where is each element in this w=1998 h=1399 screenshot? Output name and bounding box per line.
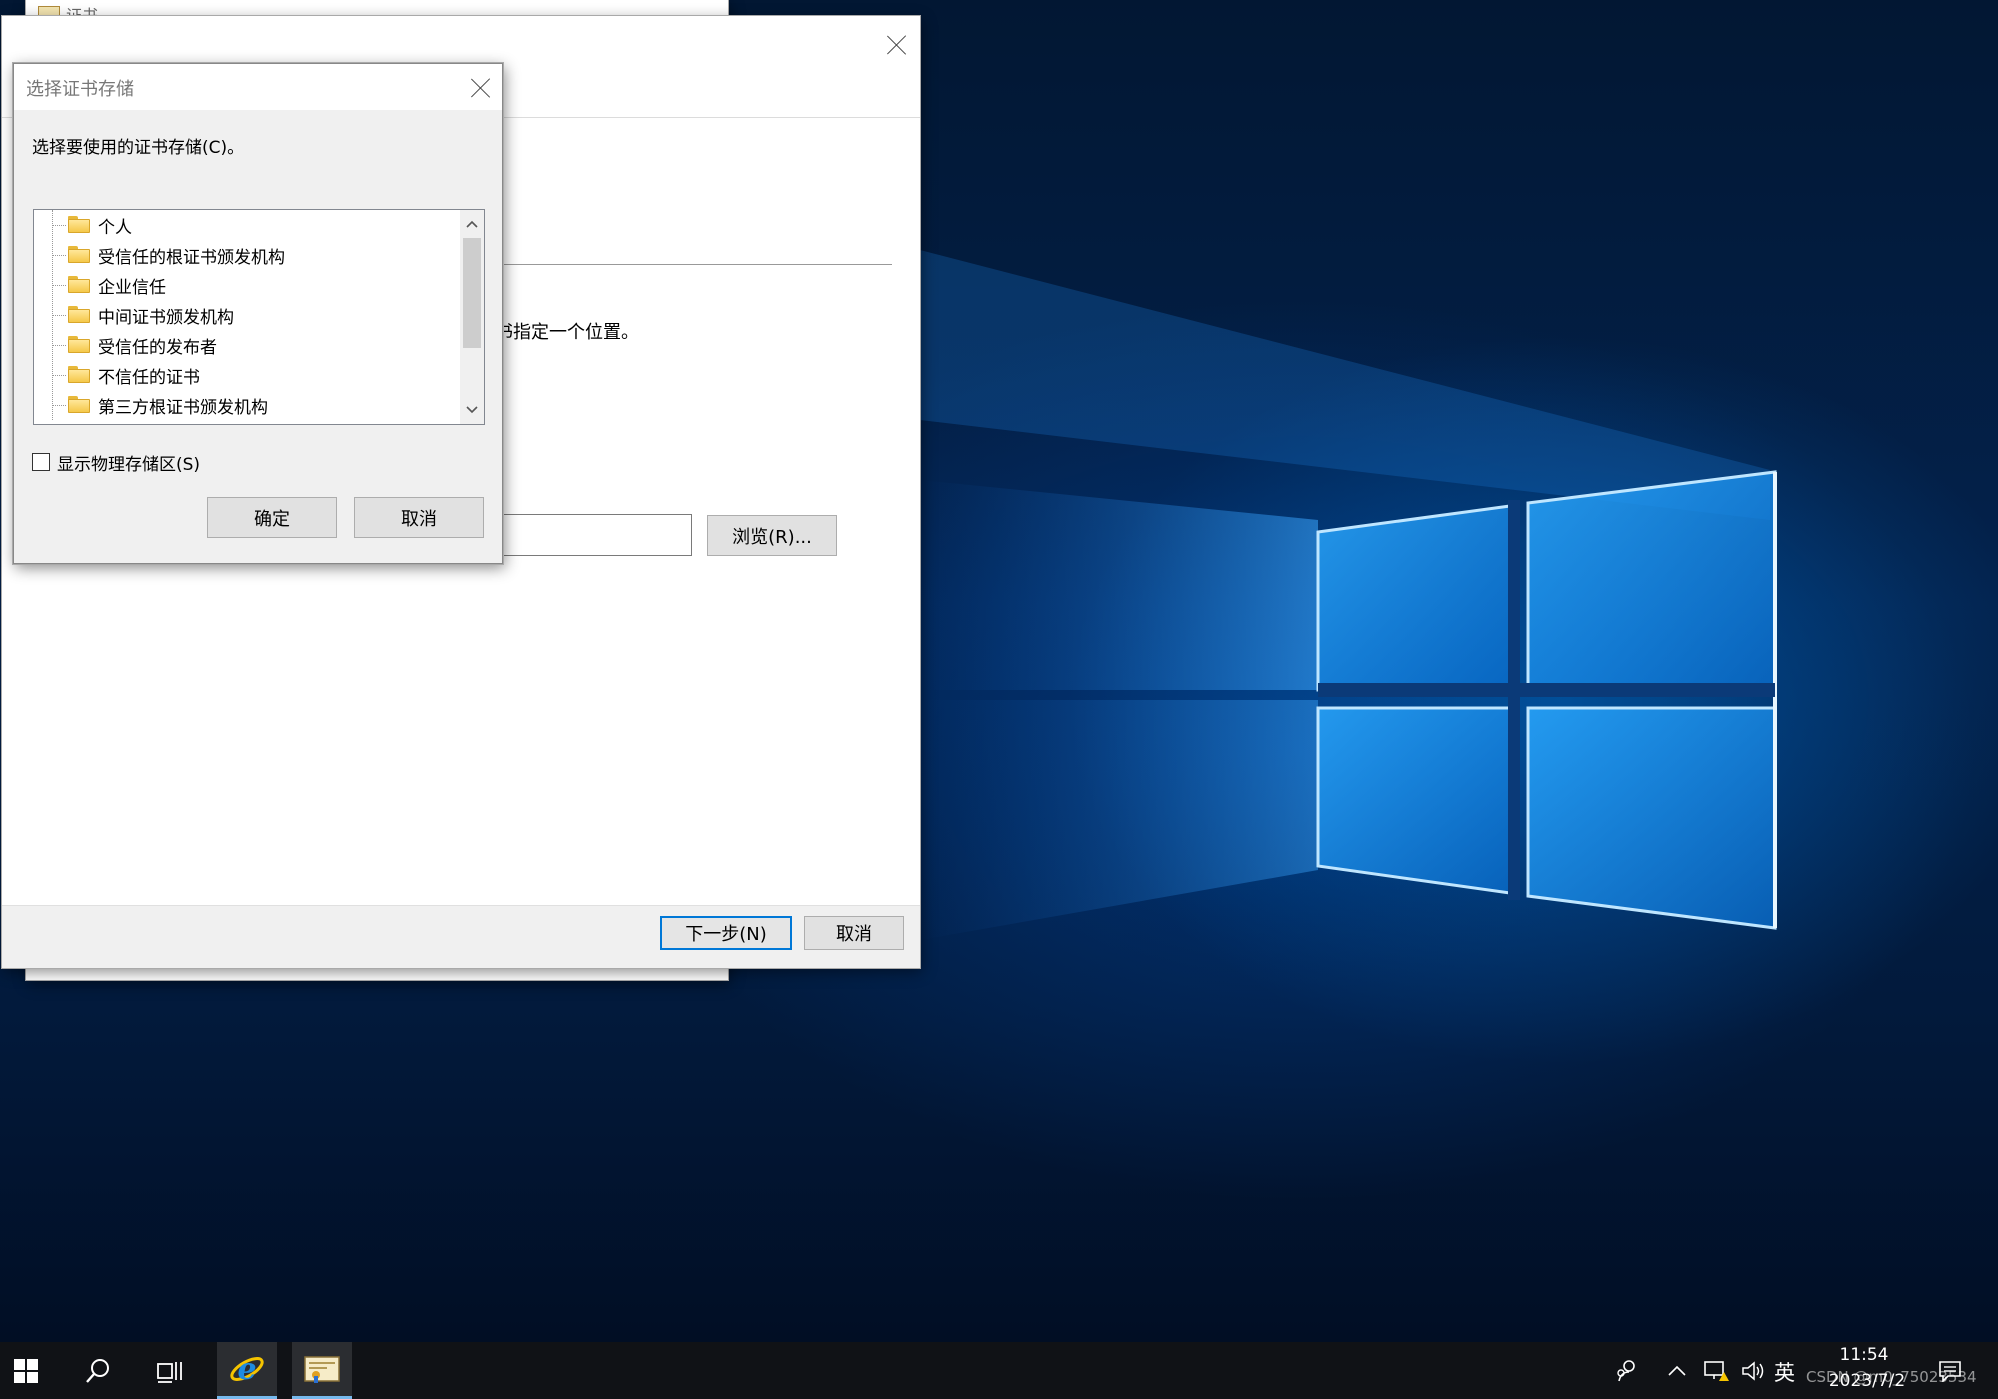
tree-item-personal[interactable]: 个人: [34, 210, 454, 240]
folder-icon: [68, 336, 90, 353]
tree-item-enterprise-trust[interactable]: 企业信任: [34, 270, 454, 300]
network-button[interactable]: [1700, 1342, 1732, 1399]
folder-icon: [68, 276, 90, 293]
taskbar: e: [0, 1342, 1998, 1399]
wizard-section-rule: [482, 264, 892, 265]
tree-item-intermediate[interactable]: 中间证书颁发机构: [34, 300, 454, 330]
wizard-close-icon[interactable]: [886, 34, 908, 56]
search-icon: [86, 1358, 109, 1383]
select-certificate-store-dialog: 选择证书存储 选择要使用的证书存储(C)。 个人 受信任的根证书颁发机构 企业信…: [13, 63, 503, 564]
dialog-title: 选择证书存储: [26, 79, 134, 100]
browse-button[interactable]: 浏览(R)...: [707, 515, 837, 556]
tree-item-label: 不信任的证书: [98, 368, 200, 388]
folder-icon: [68, 216, 90, 233]
dialog-prompt: 选择要使用的证书存储(C)。: [32, 138, 245, 158]
tree-item-label: 第三方根证书颁发机构: [98, 398, 268, 418]
certificate-manager-icon: [304, 1356, 340, 1383]
people-icon: [1617, 1359, 1635, 1381]
tree-item-label: 受信任的根证书颁发机构: [98, 248, 285, 268]
task-view-button[interactable]: [142, 1342, 198, 1399]
volume-button[interactable]: [1738, 1342, 1770, 1399]
svg-text:e: e: [237, 1352, 256, 1387]
search-button[interactable]: [70, 1342, 126, 1399]
folder-icon: [68, 366, 90, 383]
volume-icon: [1742, 1360, 1764, 1381]
clock-time[interactable]: 11:54: [1820, 1345, 1908, 1365]
tree-scrollbar[interactable]: [460, 210, 484, 424]
start-icon: [14, 1358, 38, 1383]
certificate-manager-button[interactable]: [292, 1342, 352, 1399]
watermark-text: CSDN @m0_75023534: [1806, 1368, 1977, 1386]
scroll-down-icon[interactable]: [466, 404, 478, 416]
network-warning-icon: [1704, 1360, 1729, 1381]
dialog-cancel-button[interactable]: 取消: [354, 497, 484, 538]
show-physical-stores-label: 显示物理存储区(S): [57, 455, 201, 475]
start-button[interactable]: [0, 1342, 52, 1399]
folder-icon: [68, 306, 90, 323]
tree-item-trusted-root[interactable]: 受信任的根证书颁发机构: [34, 240, 454, 270]
dialog-close-icon[interactable]: [470, 77, 492, 99]
input-language-indicator[interactable]: 英: [1774, 1357, 1795, 1387]
tree-item-label: 企业信任: [98, 278, 166, 298]
show-hidden-icons-button[interactable]: [1664, 1342, 1690, 1399]
folder-icon: [68, 396, 90, 413]
wizard-description: 书指定一个位置。: [495, 322, 639, 343]
wizard-cancel-button[interactable]: 取消: [804, 916, 904, 950]
show-physical-stores-checkbox[interactable]: [32, 453, 50, 471]
tree-item-trusted-publishers[interactable]: 受信任的发布者: [34, 330, 454, 360]
dialog-titlebar[interactable]: 选择证书存储: [14, 64, 502, 110]
scroll-up-icon[interactable]: [466, 218, 478, 230]
tree-item-third-party-root[interactable]: 第三方根证书颁发机构: [34, 390, 454, 420]
ok-button[interactable]: 确定: [207, 497, 337, 538]
chevron-up-icon: [1668, 1365, 1686, 1376]
tree-item-label: 受信任的发布者: [98, 338, 217, 358]
wizard-footer: 下一步(N) 取消: [2, 905, 920, 968]
tree-item-label: 个人: [98, 218, 132, 238]
task-view-icon: [157, 1361, 182, 1383]
folder-icon: [68, 246, 90, 263]
tree-item-label: 中间证书颁发机构: [98, 308, 234, 328]
internet-explorer-button[interactable]: e: [217, 1342, 277, 1399]
certificate-store-field[interactable]: [472, 514, 692, 556]
internet-explorer-icon: e: [230, 1352, 264, 1387]
certificate-store-tree[interactable]: 个人 受信任的根证书颁发机构 企业信任 中间证书颁发机构 受信任的发布者 不信任…: [33, 209, 485, 425]
tree-item-untrusted[interactable]: 不信任的证书: [34, 360, 454, 390]
next-button[interactable]: 下一步(N): [660, 916, 792, 950]
scroll-thumb[interactable]: [463, 238, 481, 348]
people-button[interactable]: [1610, 1342, 1644, 1399]
